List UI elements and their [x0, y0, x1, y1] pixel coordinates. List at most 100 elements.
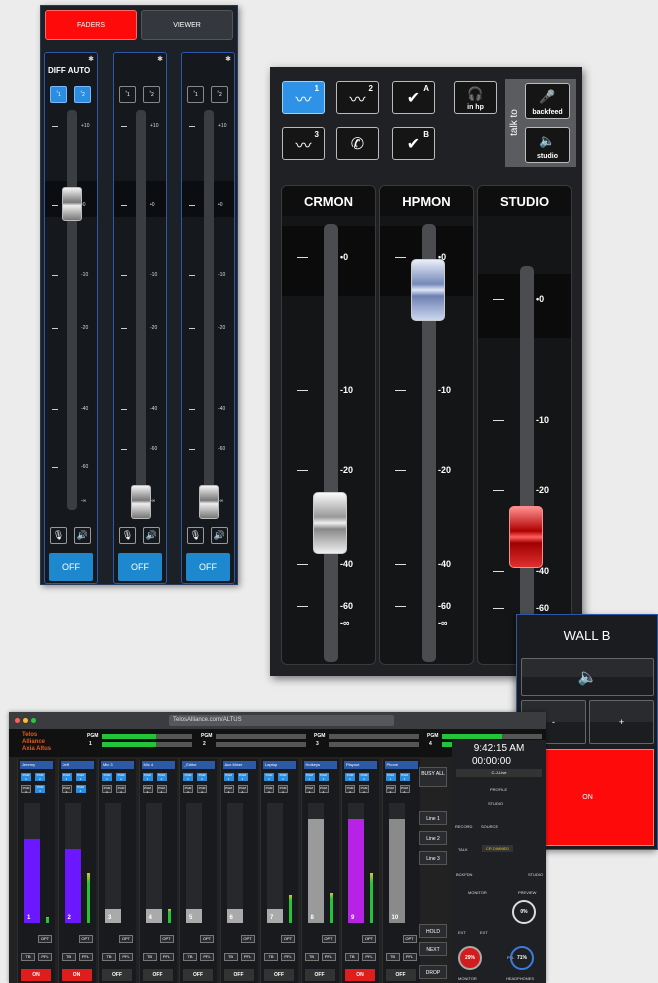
tab-faders[interactable]: FADERS — [45, 10, 137, 40]
pgm-1-button[interactable]: PGM 1 — [61, 773, 72, 781]
opt-button[interactable]: OPT — [119, 935, 133, 943]
on-off-button[interactable]: OFF — [102, 969, 132, 981]
pfl-button[interactable]: PFL — [200, 953, 214, 961]
on-off-button[interactable]: ON — [21, 969, 51, 981]
fader-cap[interactable] — [199, 485, 219, 519]
tb-button[interactable]: TB — [304, 953, 319, 961]
opt-button[interactable]: OPT — [240, 935, 255, 943]
drop-button[interactable]: DROP — [419, 965, 447, 979]
pfl-button[interactable]: PFL — [321, 953, 336, 961]
off-button[interactable]: OFF — [118, 553, 162, 581]
channel-name-dropdown[interactable]: Mic 3 — [101, 761, 134, 769]
channel-name-dropdown[interactable]: Hotkeys — [303, 761, 337, 769]
hold-button[interactable]: HOLD — [419, 924, 447, 938]
pgm-2-button[interactable]: PGM 2 — [75, 773, 86, 781]
tb-button[interactable]: TB — [223, 953, 238, 961]
pgm-1-button[interactable]: PGM 1 — [264, 773, 274, 781]
url-bar[interactable]: TelosAlliance.com/ALTUS — [169, 715, 394, 726]
opt-button[interactable]: OPT — [362, 935, 376, 943]
pfl-button[interactable]: PFL — [119, 953, 133, 961]
pgm-3-button[interactable]: PGM 3 — [223, 785, 234, 794]
pgm-3-button[interactable]: PGM 3 — [264, 785, 274, 794]
speaker-button[interactable]: 🔈 — [521, 658, 654, 696]
pgm-3-button[interactable]: PGM 3 — [61, 785, 72, 794]
opt-button[interactable]: OPT — [200, 935, 214, 943]
pgm-3-button[interactable]: PGM 3 — [385, 785, 396, 794]
pfl-button[interactable]: PFL — [78, 953, 93, 961]
tb-button[interactable]: TB — [142, 953, 157, 961]
mic-icon[interactable]: 🎙 — [119, 527, 136, 544]
fader-cap[interactable] — [313, 492, 347, 554]
pgm-2-button[interactable]: PGM 2 — [35, 773, 45, 781]
gear-icon[interactable]: ✱ — [225, 55, 231, 63]
pgm-4-button[interactable]: PGM 4 — [75, 785, 86, 793]
pgm-1-button[interactable]: PGM 1 — [385, 773, 396, 781]
pgm-3-button[interactable]: 〰 3 — [282, 127, 325, 160]
studio-button[interactable]: 🔈 studio — [525, 127, 570, 163]
pgm-3-button[interactable]: PGM 3 — [102, 785, 112, 794]
pgm-4-button[interactable]: PGM 4 — [35, 785, 45, 793]
fader-cap[interactable] — [131, 485, 151, 519]
profile-name[interactable]: C-J-Live — [456, 769, 542, 777]
pgm-2-button[interactable]: PGM 2 — [116, 773, 126, 781]
pgm-2-button[interactable]: PGM 2 — [156, 773, 167, 781]
tb-button[interactable]: TB — [183, 953, 197, 961]
maximize-icon[interactable] — [31, 718, 36, 723]
close-icon[interactable] — [15, 718, 20, 723]
channel-name-dropdown[interactable]: Laptop — [263, 761, 296, 769]
pfl-button[interactable]: PFL — [362, 953, 376, 961]
fader-cap[interactable] — [62, 187, 82, 221]
pfl-button[interactable]: PFL — [240, 953, 255, 961]
pgm-1-button[interactable]: PGM 1 — [183, 773, 193, 781]
off-button[interactable]: OFF — [186, 553, 230, 581]
monitor-knob[interactable]: 29% — [458, 946, 482, 970]
on-off-button[interactable]: OFF — [385, 969, 416, 981]
channel-name-dropdown[interactable]: Jeremy — [20, 761, 53, 769]
line-1-button[interactable]: Line 1 — [419, 811, 447, 825]
plus-button[interactable]: + — [589, 700, 654, 744]
mic-icon[interactable]: 🎙 — [50, 527, 67, 544]
channel-name-dropdown[interactable]: Mic 4 — [141, 761, 175, 769]
headphones-knob[interactable]: 71% — [510, 946, 534, 970]
pgm-2-button[interactable]: 〰 2 — [336, 81, 379, 114]
pgm-4-button[interactable]: PGM 4 — [399, 785, 410, 794]
pgm-4-button[interactable]: PGM 4 — [237, 785, 248, 794]
channel-name-dropdown[interactable]: Playout — [344, 761, 377, 769]
on-off-button[interactable]: OFF — [304, 969, 335, 981]
fader-fill[interactable] — [348, 819, 364, 923]
pgm-1-button[interactable]: PGM 1 — [345, 773, 355, 781]
pgm-2-button[interactable]: PGM 2 — [278, 773, 288, 781]
pgm-3-button[interactable]: PGM 3 — [183, 785, 193, 794]
pgm-1-button[interactable]: ʼ1 — [187, 86, 204, 103]
pgm-1-button[interactable]: PGM 1 — [142, 773, 153, 781]
line-3-button[interactable]: Line 3 — [419, 851, 447, 865]
minimize-icon[interactable] — [23, 718, 28, 723]
off-button[interactable]: OFF — [49, 553, 93, 581]
speaker-icon[interactable]: 🔊 — [211, 527, 228, 544]
tb-button[interactable]: TB — [264, 953, 278, 961]
phone-button[interactable]: ✆ — [336, 127, 379, 160]
opt-button[interactable]: OPT — [402, 935, 417, 943]
pgm-4-button[interactable]: PGM 4 — [359, 785, 369, 794]
check-a-button[interactable]: ✔ A — [392, 81, 435, 114]
channel-name-dropdown[interactable]: Jeff — [60, 761, 94, 769]
fader-cap[interactable] — [509, 506, 543, 568]
opt-button[interactable]: OPT — [159, 935, 174, 943]
pgm-4-button[interactable]: PGM 4 — [116, 785, 126, 794]
pgm-3-button[interactable]: PGM 3 — [345, 785, 355, 794]
backfeed-button[interactable]: 🎤 backfeed — [525, 83, 570, 119]
fader-fill[interactable] — [307, 819, 324, 923]
fader-cap[interactable] — [411, 259, 445, 321]
fader-fill[interactable] — [64, 849, 81, 923]
pgm-1-button[interactable]: ʼ1 — [50, 86, 67, 103]
pfl-button[interactable]: PFL — [402, 953, 417, 961]
opt-button[interactable]: OPT — [321, 935, 336, 943]
fader-fill[interactable] — [24, 839, 40, 923]
preview-knob[interactable]: 0% — [512, 900, 536, 924]
channel-name-dropdown[interactable]: Aux Mixer — [222, 761, 256, 769]
tb-button[interactable]: TB — [61, 953, 76, 961]
pgm-1-button[interactable]: PGM 1 — [304, 773, 315, 781]
pgm-2-button[interactable]: PGM 2 — [237, 773, 248, 781]
tab-viewer[interactable]: VIEWER — [141, 10, 233, 40]
pfl-button[interactable]: PFL — [281, 953, 295, 961]
